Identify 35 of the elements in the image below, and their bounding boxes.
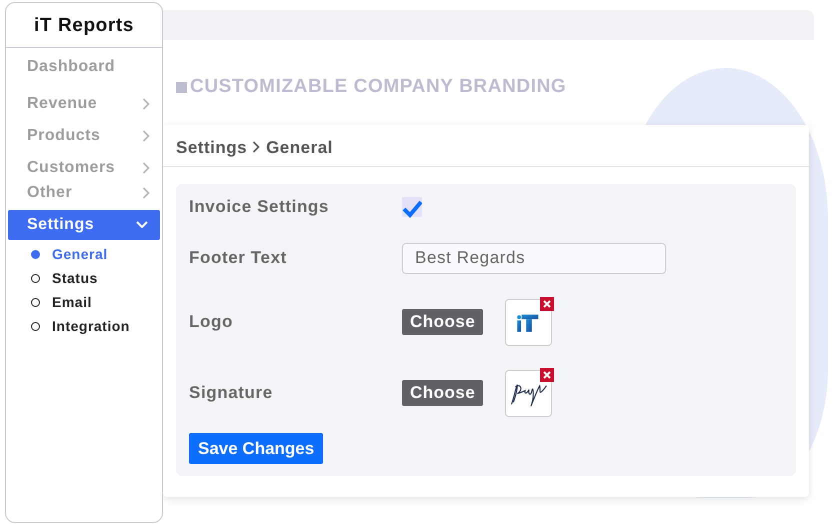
sidebar-item[interactable]: Settings [8, 210, 160, 240]
chevron-right-icon [143, 130, 150, 142]
field-label: Footer Text [189, 247, 288, 270]
sidebar-item[interactable]: Products [6, 120, 162, 150]
submenu-item[interactable]: Email [6, 290, 162, 314]
square-icon [176, 82, 187, 93]
field-label: Signature [189, 382, 274, 404]
app-title: iT Reports [6, 3, 162, 48]
choose-button[interactable]: Choose [402, 380, 484, 406]
breadcrumb-item: General [266, 136, 333, 158]
signature-drawing [510, 383, 547, 408]
remove-icon[interactable] [540, 368, 554, 382]
banner-heading: CUSTOMIZABLE COMPANY BRANDING [190, 75, 566, 99]
circle-icon [31, 274, 40, 283]
field-label: Logo [189, 311, 234, 334]
submenu-item[interactable]: Status [6, 266, 162, 290]
circle-icon [31, 322, 40, 331]
chevron-right-icon [143, 162, 150, 174]
chevron-right-icon [143, 186, 150, 198]
save-button[interactable]: Save Changes [189, 433, 324, 464]
filled-dot-icon [31, 250, 40, 259]
footer-text-field[interactable]: Best Regards [402, 242, 666, 274]
field-label: Invoice Settings [189, 196, 330, 218]
submenu-item[interactable]: Integration [6, 314, 162, 338]
chevron-right-icon [143, 98, 150, 110]
sidebar-item[interactable]: Revenue [6, 88, 162, 118]
chevron-right-icon [253, 141, 260, 154]
breadcrumb-item[interactable]: Settings [176, 134, 248, 160]
circle-icon [31, 298, 40, 307]
submenu-item[interactable]: General [6, 242, 162, 266]
invoice-checkbox[interactable] [402, 197, 422, 217]
choose-button[interactable]: Choose [402, 309, 484, 335]
sidebar-item[interactable]: Dashboard [6, 52, 162, 82]
remove-icon[interactable] [540, 296, 554, 310]
chevron-down-icon [136, 221, 148, 228]
